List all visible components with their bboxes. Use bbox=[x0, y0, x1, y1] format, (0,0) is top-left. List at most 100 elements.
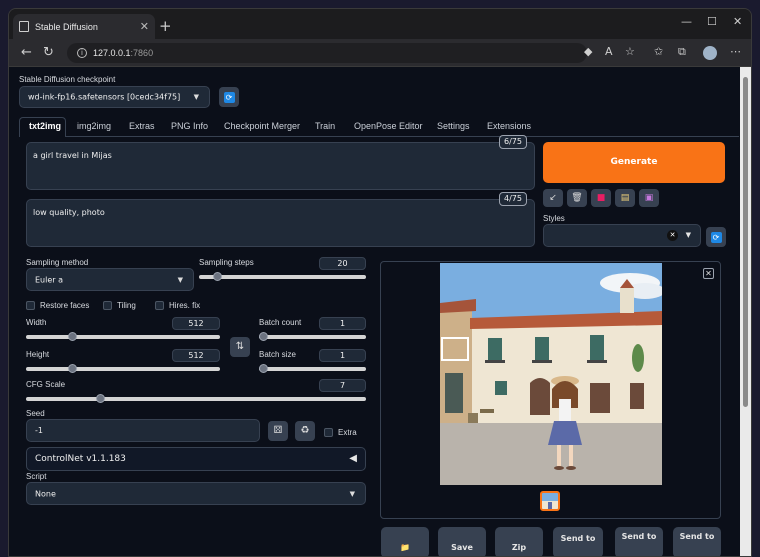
height-slider[interactable] bbox=[26, 364, 220, 373]
zip-button[interactable]: Zip bbox=[495, 527, 543, 556]
save-icon: ▣ bbox=[644, 193, 654, 203]
tab-extras[interactable]: Extras bbox=[129, 121, 155, 131]
tab-train[interactable]: Train bbox=[315, 121, 335, 131]
minimize-button[interactable]: — bbox=[681, 15, 692, 28]
swap-icon: ⇅ bbox=[235, 341, 245, 352]
tab-extensions[interactable]: Extensions bbox=[487, 121, 531, 131]
favorites-icon[interactable]: ✩ bbox=[654, 45, 663, 58]
refresh-icon: ⟳ bbox=[710, 231, 722, 243]
reload-icon[interactable]: ↻ bbox=[43, 45, 54, 60]
clear-icon[interactable]: ✕ bbox=[667, 230, 678, 241]
image-icon: ■ bbox=[596, 193, 606, 203]
batch-size-label: Batch size bbox=[259, 350, 296, 359]
extra-seed-checkbox[interactable] bbox=[324, 428, 333, 437]
negative-prompt-textarea[interactable]: low quality, photo bbox=[26, 199, 535, 247]
menu-icon[interactable]: ⋯ bbox=[730, 45, 741, 58]
apply-style-button[interactable]: ▤ bbox=[615, 189, 635, 207]
checkpoint-dropdown[interactable]: wd-ink-fp16.safetensors [0cedc34f75] ▼ bbox=[19, 86, 210, 108]
save-style-button[interactable]: ▣ bbox=[639, 189, 659, 207]
paste-params-button[interactable]: ↙ bbox=[543, 189, 563, 207]
tab-txt2img[interactable]: txt2img bbox=[29, 121, 61, 131]
favorite-icon[interactable]: ☆ bbox=[625, 45, 635, 58]
send-to-label: Send to bbox=[560, 534, 596, 543]
page-icon bbox=[19, 21, 29, 32]
profile-avatar[interactable] bbox=[703, 46, 717, 60]
tab-title: Stable Diffusion bbox=[35, 21, 98, 32]
script-dropdown[interactable]: None ▼ bbox=[26, 482, 366, 505]
back-icon[interactable]: ← bbox=[21, 45, 32, 60]
slider-handle[interactable] bbox=[259, 364, 268, 373]
browser-tab[interactable]: Stable Diffusion ✕ bbox=[13, 14, 155, 39]
url-field[interactable]: i 127.0.0.1:7860 bbox=[67, 43, 587, 63]
send-to-img2img-button[interactable]: Send to bbox=[553, 527, 603, 556]
slider-handle[interactable] bbox=[259, 332, 268, 341]
seed-value: -1 bbox=[35, 426, 43, 435]
restore-faces-checkbox[interactable] bbox=[26, 301, 35, 310]
url-text: 127.0.0.1:7860 bbox=[93, 48, 154, 58]
new-tab-button[interactable]: + bbox=[159, 17, 172, 35]
title-bar: Stable Diffusion ✕ + — ☐ ✕ bbox=[9, 9, 751, 39]
tab-checkpoint-merger[interactable]: Checkpoint Merger bbox=[224, 121, 300, 131]
trash-button[interactable]: 🗑 bbox=[567, 189, 587, 207]
sampling-steps-slider[interactable] bbox=[199, 272, 366, 281]
hires-fix-checkbox[interactable] bbox=[155, 301, 164, 310]
hires-fix-label: Hires. fix bbox=[169, 301, 201, 310]
close-icon[interactable]: ✕ bbox=[703, 268, 714, 279]
tab-img2img[interactable]: img2img bbox=[77, 121, 111, 131]
extra-networks-button[interactable]: ■ bbox=[591, 189, 611, 207]
controlnet-accordion[interactable]: ControlNet v1.1.183 ◀ bbox=[26, 447, 366, 471]
slider-handle[interactable] bbox=[68, 364, 77, 373]
folder-icon: 📁 bbox=[400, 543, 410, 552]
batch-size-input[interactable]: 1 bbox=[319, 349, 366, 362]
sampling-method-dropdown[interactable]: Euler a ▼ bbox=[26, 268, 194, 291]
seed-label: Seed bbox=[26, 409, 45, 418]
batch-count-slider[interactable] bbox=[259, 332, 366, 341]
chevron-down-icon: ▼ bbox=[193, 93, 199, 101]
batch-count-input[interactable]: 1 bbox=[319, 317, 366, 330]
close-window-button[interactable]: ✕ bbox=[733, 15, 742, 28]
slider-handle[interactable] bbox=[68, 332, 77, 341]
batch-size-slider[interactable] bbox=[259, 364, 366, 373]
save-button[interactable]: Save bbox=[438, 527, 486, 556]
refresh-styles-button[interactable]: ⟳ bbox=[706, 227, 726, 247]
width-slider[interactable] bbox=[26, 332, 220, 341]
width-input[interactable]: 512 bbox=[172, 317, 220, 330]
tab-png-info[interactable]: PNG Info bbox=[171, 121, 208, 131]
collections-icon[interactable]: ⧉ bbox=[678, 45, 686, 59]
swap-dimensions-button[interactable]: ⇅ bbox=[230, 337, 250, 357]
tiling-checkbox[interactable] bbox=[103, 301, 112, 310]
random-seed-button[interactable]: ⚄ bbox=[268, 421, 288, 441]
trash-icon: 🗑 bbox=[571, 193, 583, 203]
sampling-steps-input[interactable]: 20 bbox=[319, 257, 366, 270]
gallery-thumbnail[interactable] bbox=[540, 491, 560, 511]
cfg-scale-input[interactable]: 7 bbox=[319, 379, 366, 392]
height-input[interactable]: 512 bbox=[172, 349, 220, 362]
extension-icon[interactable]: ◆ bbox=[584, 45, 592, 58]
scrollbar-thumb[interactable] bbox=[743, 77, 748, 407]
generate-button[interactable]: Generate bbox=[543, 142, 725, 183]
slider-handle[interactable] bbox=[96, 394, 105, 403]
recycle-icon: ♻ bbox=[300, 425, 310, 436]
output-gallery: ✕ bbox=[380, 261, 721, 519]
read-aloud-icon[interactable]: A bbox=[605, 45, 613, 58]
refresh-checkpoint-button[interactable]: ⟳ bbox=[219, 87, 239, 107]
cfg-scale-slider[interactable] bbox=[26, 394, 366, 403]
open-folder-button[interactable]: 📁 bbox=[381, 527, 429, 556]
tab-settings[interactable]: Settings bbox=[437, 121, 470, 131]
page-scrollbar[interactable] bbox=[740, 67, 751, 556]
send-to-extras-button[interactable]: Send to bbox=[673, 527, 721, 556]
zip-label: Zip bbox=[511, 543, 527, 552]
prompt-textarea[interactable]: a girl travel in Mijas bbox=[26, 142, 535, 190]
tab-close-icon[interactable]: ✕ bbox=[140, 20, 149, 33]
styles-label: Styles bbox=[543, 214, 565, 223]
save-label: Save bbox=[451, 543, 473, 552]
maximize-button[interactable]: ☐ bbox=[707, 15, 717, 28]
site-info-icon[interactable]: i bbox=[77, 48, 87, 58]
reuse-seed-button[interactable]: ♻ bbox=[295, 421, 315, 441]
slider-handle[interactable] bbox=[213, 272, 222, 281]
seed-input[interactable]: -1 bbox=[26, 419, 260, 442]
send-to-inpaint-button[interactable]: Send to bbox=[615, 527, 663, 556]
tab-openpose-editor[interactable]: OpenPose Editor bbox=[354, 121, 423, 131]
styles-dropdown[interactable]: ✕ ▼ bbox=[543, 224, 701, 247]
generated-image[interactable] bbox=[440, 263, 662, 485]
